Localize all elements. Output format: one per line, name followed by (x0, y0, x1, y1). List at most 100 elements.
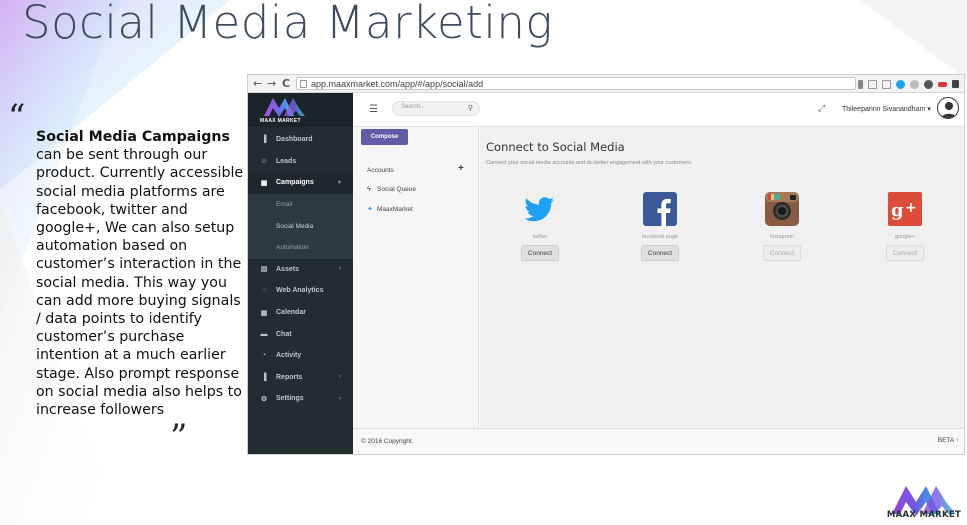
network-label: facebook page (641, 234, 679, 240)
accounts-panel: Compose Accounts + ϟ Social Queue ✦ MaaxMa… (353, 127, 479, 428)
sidebar-item-label: Reports (276, 373, 303, 381)
sidebar-item-leads[interactable]: ☺ Leads (248, 151, 353, 173)
sidebar-item-label: Campaigns (276, 179, 314, 187)
copyright-text: © 2016 Copyright. (361, 438, 414, 445)
sidebar-item-label: Settings (276, 395, 304, 403)
page-action-icon[interactable] (882, 79, 891, 89)
sidebar-item-label: Assets (276, 265, 299, 273)
extension-icon-2[interactable] (938, 81, 947, 87)
app-header: ☰ Search... ⚲ ⤢ Thileepannn Sivanandham … (353, 93, 964, 127)
network-google-plus: g + google+ Connect (865, 192, 945, 261)
address-bar-url: app.maaxmarket.com/app/#/app/social/add (311, 79, 484, 89)
sidebar-item-label: Dashboard (276, 136, 313, 144)
network-label: twitter (532, 234, 548, 240)
menu-icon[interactable] (952, 80, 959, 88)
body-paragraph: can be sent through our product. Current… (36, 147, 244, 419)
bar-chart-icon: ▐ (261, 136, 267, 144)
google-plus-icon: g + (888, 192, 922, 226)
search-icon[interactable]: ⚲ (468, 104, 473, 112)
page-title: Connect to Social Media (486, 140, 625, 154)
gear-icon: ⚙ (260, 395, 268, 403)
sidebar-item-settings[interactable]: ⚙ Settings › (248, 388, 353, 410)
svg-text:+: + (905, 200, 917, 216)
account-item-social-queue[interactable]: ϟ Social Queue (367, 186, 416, 193)
instagram-icon (765, 192, 799, 226)
slide-body-text: Social Media Campaigns can be sent throu… (36, 128, 248, 419)
connect-facebook-button[interactable]: Connect (640, 245, 680, 261)
brand-text: MAAX MARKET (260, 118, 301, 124)
sidebar-item-activity[interactable]: ◔ Activity (248, 345, 353, 367)
sidebar-item-chat[interactable]: ▬ Chat (248, 323, 353, 345)
sidebar-item-label: Leads (276, 157, 297, 165)
forward-arrow-icon[interactable]: → (267, 77, 276, 90)
app-brand[interactable]: MAAX MARKET (248, 93, 353, 127)
extension-icons (858, 77, 959, 91)
close-quote-mark: ” (170, 417, 188, 457)
briefcase-icon: ▤ (260, 266, 268, 274)
browser-window: ← → C app.maaxmarket.com/app/#/app/socia… (247, 74, 965, 455)
network-facebook: facebook page Connect (620, 192, 700, 261)
extension-icon[interactable] (924, 79, 933, 89)
sidebar-item-label: Chat (276, 330, 292, 338)
add-account-icon[interactable]: + (458, 163, 464, 174)
network-instagram: instagram Connect (742, 192, 822, 261)
sidebar-item-assets[interactable]: ▤ Assets › (248, 259, 353, 281)
app-footer: © 2016 Copyright. BETA ↑ (353, 428, 964, 454)
hamburger-menu-icon[interactable]: ☰ (369, 104, 378, 115)
fullscreen-icon[interactable]: ⤢ (818, 103, 825, 114)
svg-text:g: g (891, 200, 904, 221)
avatar[interactable] (937, 97, 959, 119)
address-bar[interactable]: app.maaxmarket.com/app/#/app/social/add (296, 77, 856, 90)
sidebar-menu: ▐ Dashboard ☺ Leads ▦ Campaigns ▾ Email Soci… (248, 129, 353, 410)
twitter-bird-icon (524, 197, 555, 222)
star-icon[interactable] (868, 79, 877, 89)
compose-button[interactable]: Compose (361, 129, 408, 145)
sidebar-item-web-analytics[interactable]: ◌ Web Analytics (248, 280, 353, 302)
sidebar-item-calendar[interactable]: ▦ Calendar (248, 302, 353, 324)
calendar-icon: ▦ (260, 309, 268, 317)
chevron-right-icon: › (339, 395, 341, 402)
app-logo-icon (264, 98, 305, 117)
snowflake-icon[interactable] (910, 79, 919, 89)
twitter-icon: ✦ (367, 206, 373, 213)
skype-icon[interactable] (896, 79, 905, 89)
sidebar-subitem-social-media[interactable]: Social Media (248, 215, 353, 237)
user-icon: ☺ (260, 157, 268, 165)
sidebar-subitem-automation[interactable]: Automation (248, 236, 353, 259)
sidebar-item-label: Activity (276, 352, 302, 360)
account-label: MaaxMarket (377, 206, 413, 213)
bolt-icon: ϟ (367, 186, 371, 193)
logo-caption: MAAX MARKET (886, 510, 962, 520)
page-icon (300, 80, 307, 88)
body-bold-heading: Social Media Campaigns (36, 129, 230, 145)
reload-icon[interactable]: C (282, 77, 290, 90)
sidebar-item-campaigns[interactable]: ▦ Campaigns ▾ (248, 172, 353, 194)
back-arrow-icon[interactable]: ← (253, 77, 262, 90)
search-input[interactable]: Search... ⚲ (392, 101, 480, 116)
connect-twitter-button[interactable]: Connect (520, 245, 560, 261)
beta-badge[interactable]: BETA ↑ (938, 437, 959, 444)
open-quote-mark: “ (8, 97, 26, 137)
sidebar-item-label: Calendar (276, 309, 306, 317)
network-label: instagram (769, 234, 795, 240)
connect-google-plus-button[interactable]: Connect (885, 245, 925, 261)
sidebar-subitem-email[interactable]: Email (248, 193, 353, 216)
chevron-right-icon: › (339, 374, 341, 381)
search-placeholder: Search... (401, 104, 426, 110)
sidebar-item-dashboard[interactable]: ▐ Dashboard (248, 129, 353, 151)
app-sidebar: MAAX MARKET ▐ Dashboard ☺ Leads ▦ Campaigns… (248, 93, 353, 454)
user-menu[interactable]: Thileepannn Sivanandham ▾ (842, 105, 931, 113)
clock-icon: ◔ (261, 352, 267, 360)
network-twitter: twitter Connect (500, 192, 580, 261)
key-icon[interactable] (858, 79, 863, 89)
report-icon: ▐ (261, 373, 267, 381)
connect-panel: Connect to Social Media Connect your soc… (480, 127, 964, 428)
chevron-down-icon: ▾ (337, 180, 341, 187)
account-label: Social Queue (377, 186, 417, 193)
chevron-right-icon: › (339, 266, 341, 273)
sidebar-item-reports[interactable]: ▐ Reports › (248, 367, 353, 389)
connect-instagram-button[interactable]: Connect (762, 245, 802, 261)
account-item-maaxmarket[interactable]: ✦ MaaxMarket (367, 205, 413, 213)
browser-toolbar: ← → C app.maaxmarket.com/app/#/app/socia… (248, 75, 964, 93)
facebook-icon (643, 192, 677, 226)
